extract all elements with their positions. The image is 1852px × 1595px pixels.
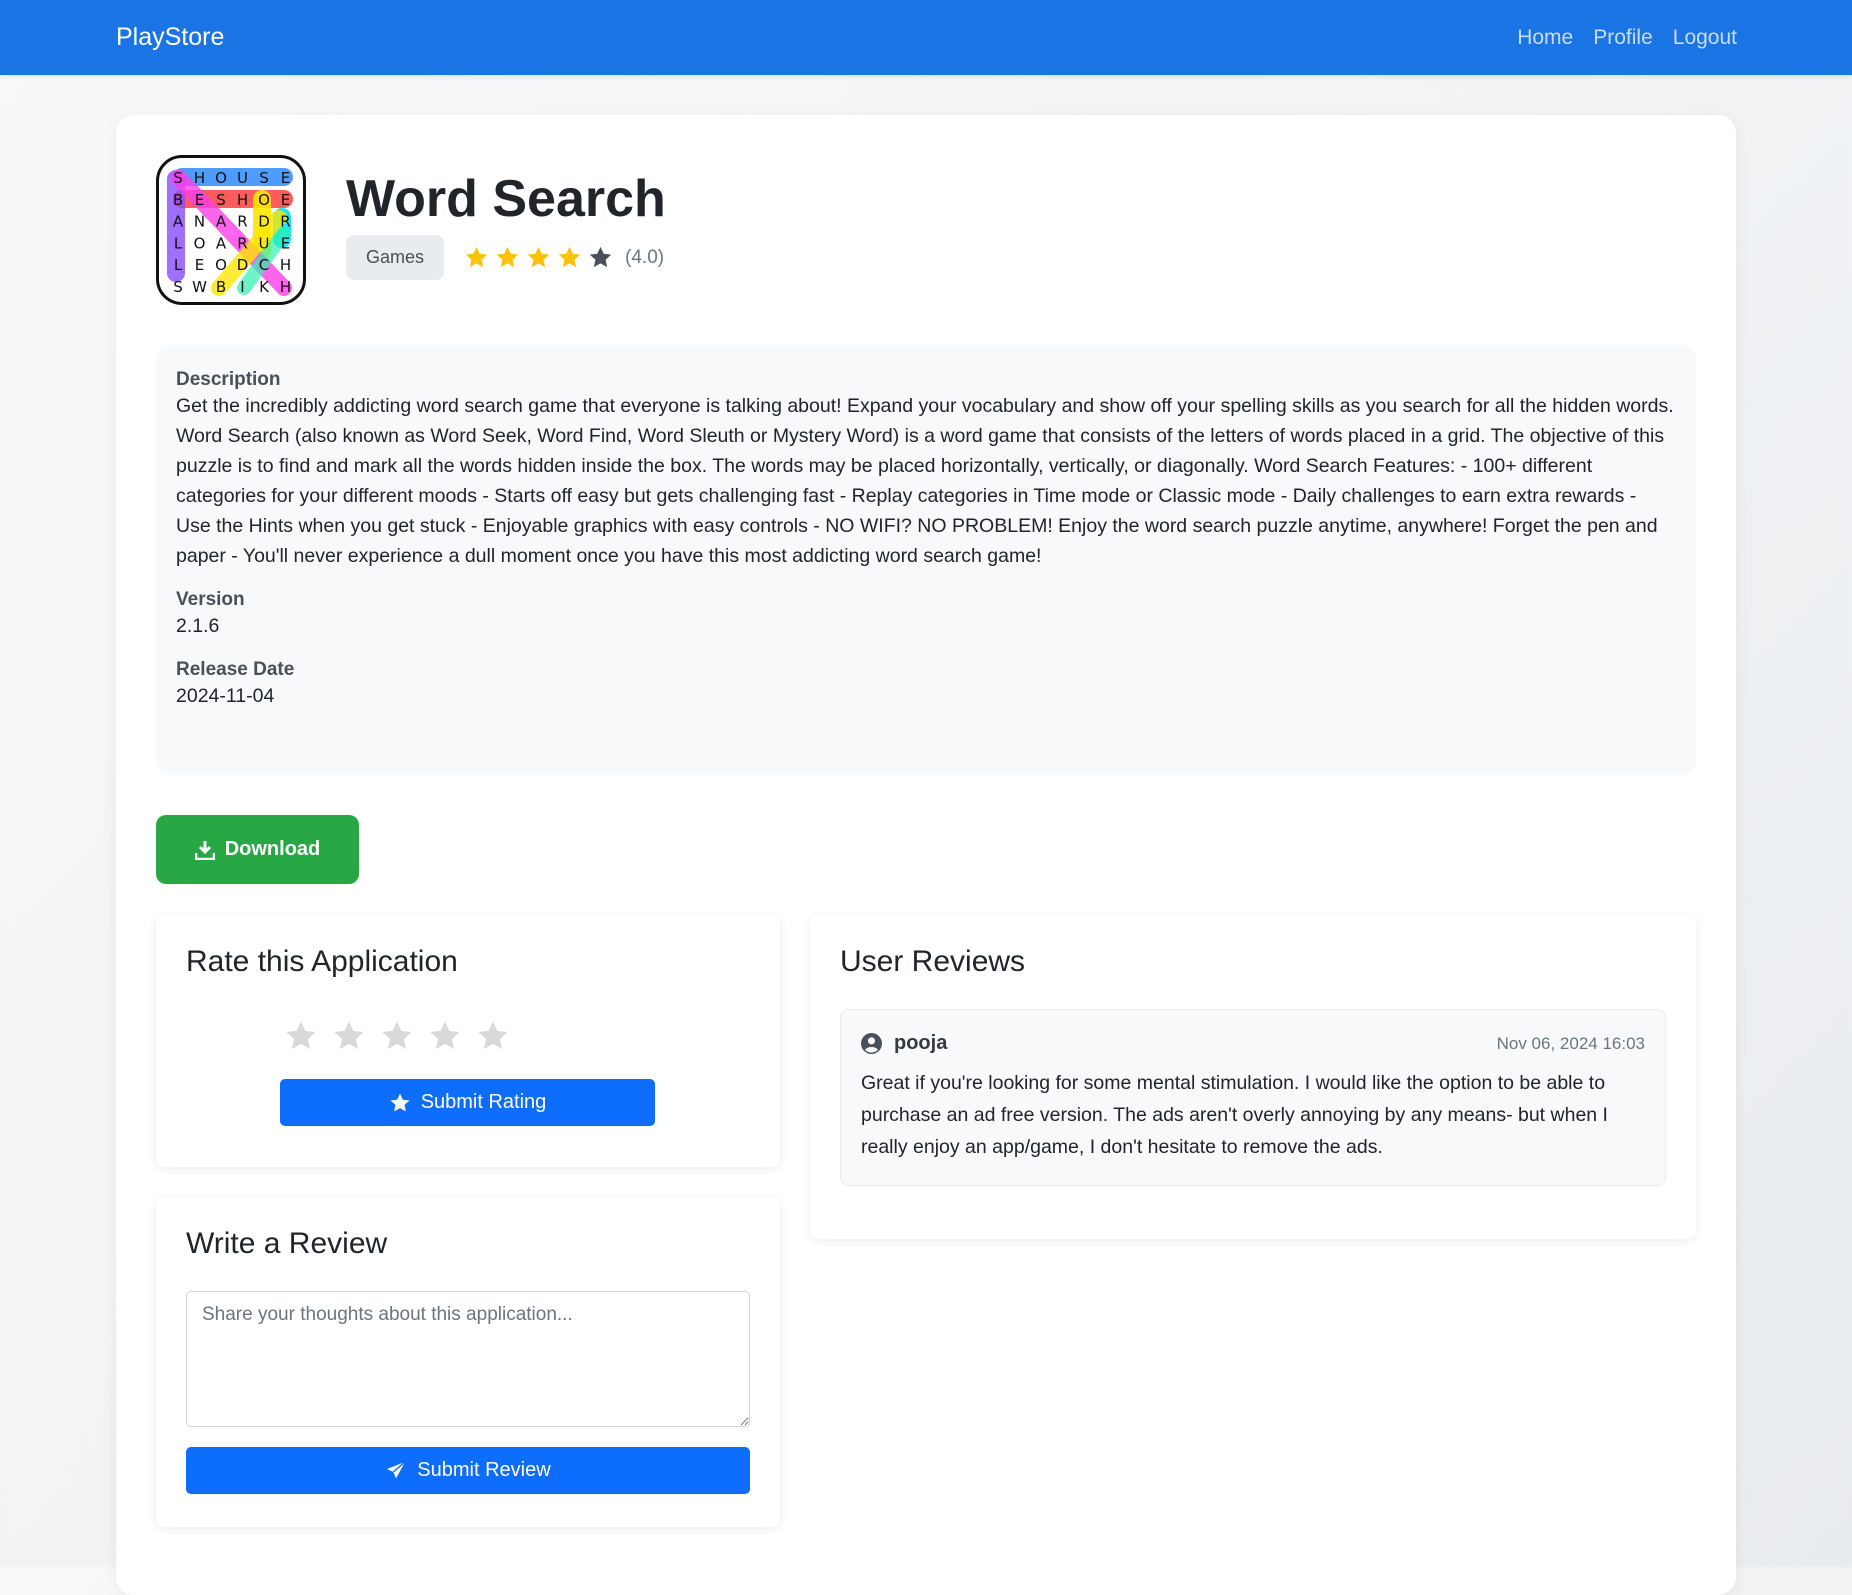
svg-text:R: R [237,234,247,252]
rating-star-1-icon[interactable] [284,1019,318,1053]
app-meta: Word Search Games (4.0) [346,155,666,280]
star-icon [496,246,519,268]
submit-review-button[interactable]: Submit Review [186,1447,750,1494]
write-review-title: Write a Review [186,1227,388,1260]
svg-text:S: S [259,169,269,187]
svg-text:O: O [194,234,206,252]
meta-row: Games (4.0) [346,235,666,280]
star-icon [558,246,581,268]
svg-text:E: E [195,191,204,209]
svg-text:B: B [173,191,183,209]
svg-text:H: H [194,169,205,187]
download-label: Download [224,838,321,860]
rating-star-3-icon[interactable] [380,1019,414,1053]
svg-text:E: E [281,191,290,209]
rating-star-2-icon[interactable] [332,1019,366,1053]
rating-value: (4.0) [625,246,665,268]
average-rating-stars [464,245,613,270]
rate-panel: Rate this Application Submit Rating [156,915,780,1167]
paper-plane-icon [387,1460,406,1478]
svg-text:R: R [237,213,247,231]
svg-text:A: A [216,213,227,231]
submit-review-label: Submit Review [417,1459,551,1481]
star-icon [465,246,488,268]
svg-text:S: S [173,169,183,187]
svg-text:S: S [216,191,226,209]
rating-star-4-icon[interactable] [428,1019,462,1053]
top-navbar: PlayStore Home Profile Logout [0,0,1852,75]
nav-links: Home Profile Logout [1517,26,1737,50]
svg-text:U: U [237,169,248,187]
svg-text:D: D [258,213,270,231]
svg-text:R: R [280,213,290,231]
app-icon: SHOUSEBESHOEANARDRLOARUELEODCHSWBIKH [156,155,306,305]
svg-text:A: A [173,213,184,231]
submit-rating-button[interactable]: Submit Rating [280,1079,655,1126]
description-label: Description [176,369,281,390]
svg-text:S: S [173,278,183,296]
svg-text:W: W [192,278,207,296]
review-user: pooja [861,1032,947,1055]
nav-link-home[interactable]: Home [1517,26,1573,50]
app-title: Word Search [346,170,666,228]
svg-text:U: U [259,234,270,252]
review-textarea[interactable] [186,1291,750,1427]
nav-link-profile[interactable]: Profile [1593,26,1653,50]
release-date-value: 2024-11-04 [176,685,275,707]
star-icon [390,1093,410,1111]
review-username: pooja [894,1032,948,1054]
svg-text:O: O [215,169,227,187]
description-text: Get the incredibly addicting word search… [176,395,1674,567]
svg-text:E: E [281,234,290,252]
svg-text:K: K [259,278,270,296]
rating-star-5-icon[interactable] [476,1019,510,1053]
svg-text:D: D [237,256,249,274]
submit-rating-label: Submit Rating [420,1091,547,1113]
svg-text:I: I [240,278,244,296]
version-value: 2.1.6 [176,615,220,637]
nav-link-logout[interactable]: Logout [1673,26,1737,50]
user-reviews-panel: User Reviews pooja Nov 06, 2024 16:03 Gr… [810,915,1696,1239]
svg-text:H: H [280,256,291,274]
svg-text:L: L [174,256,183,274]
release-date-label: Release Date [176,659,295,680]
svg-text:H: H [237,191,248,209]
details-section: Description Get the incredibly addicting… [156,345,1696,775]
star-icon [527,246,550,268]
svg-text:E: E [281,169,290,187]
download-button[interactable]: Download [156,815,359,884]
user-circle-icon [861,1033,882,1054]
star-icon [589,246,612,268]
svg-text:B: B [216,278,226,296]
review-text: Great if you're looking for some mental … [861,1072,1608,1158]
svg-text:O: O [215,256,227,274]
svg-text:L: L [174,234,183,252]
review-date: Nov 06, 2024 16:03 [1496,1033,1645,1053]
word-grid-icon: S H O U S EB E S H O EA N A R D RL O A R U EL E O D C HS W B I K H [167,168,293,296]
svg-text:N: N [194,213,205,231]
user-reviews-title: User Reviews [840,945,1026,978]
svg-text:O: O [258,191,270,209]
app-header: SHOUSEBESHOEANARDRLOARUELEODCHSWBIKH Wor… [156,155,666,305]
rate-title: Rate this Application [186,945,458,978]
svg-text:E: E [195,256,204,274]
version-label: Version [176,589,245,610]
review-header: pooja Nov 06, 2024 16:03 [861,1032,1645,1055]
category-badge: Games [346,235,445,280]
write-review-panel: Write a Review Submit Review [156,1197,780,1527]
svg-text:H: H [280,278,291,296]
download-icon [194,840,215,860]
app-detail-card: SHOUSEBESHOEANARDRLOARUELEODCHSWBIKH Wor… [116,115,1736,1595]
brand-logo[interactable]: PlayStore [116,23,224,52]
rating-input-stars [284,1019,750,1053]
svg-text:C: C [259,256,269,274]
review-item: pooja Nov 06, 2024 16:03 Great if you're… [840,1009,1666,1186]
svg-text:A: A [216,234,227,252]
